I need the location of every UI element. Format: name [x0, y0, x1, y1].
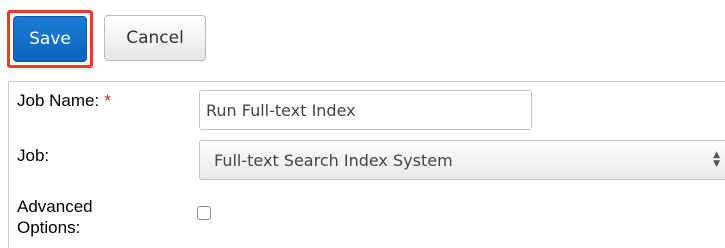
job-label: Job: — [17, 146, 50, 165]
advanced-options-checkbox[interactable] — [197, 206, 211, 220]
select-arrows-icon: ▲ ▼ — [713, 150, 720, 169]
job-name-value: Run Full-text Index — [206, 100, 356, 120]
advanced-options-label: Advanced Options: — [17, 196, 93, 238]
job-select[interactable]: Full-text Search Index System ▲ ▼ — [199, 140, 725, 180]
job-name-input[interactable]: Run Full-text Index — [199, 90, 532, 130]
job-select-value: Full-text Search Index System — [214, 150, 453, 170]
save-button[interactable]: Save — [13, 16, 87, 62]
job-name-label-text: Job Name: — [17, 91, 100, 110]
cancel-button[interactable]: Cancel — [104, 15, 206, 61]
job-form: Job Name: * Run Full-text Index Job: Full… — [8, 81, 725, 248]
job-name-label: Job Name: * — [17, 90, 111, 111]
advanced-options-label-line2: Options: — [17, 218, 81, 237]
required-marker: * — [104, 91, 111, 110]
advanced-options-label-line1: Advanced — [17, 197, 93, 216]
button-toolbar: Save Cancel — [0, 0, 725, 80]
